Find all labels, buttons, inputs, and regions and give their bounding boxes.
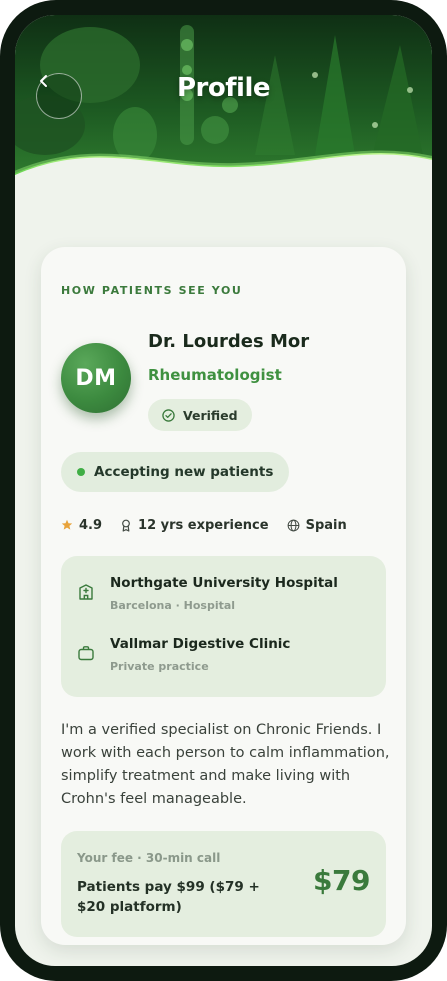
doctor-name: Dr. Lourdes Mor [148,331,310,352]
status-dot-icon [77,468,85,476]
location-detail: Private practice [110,660,209,673]
screen: Profile HOW PATIENTS SEE YOU DM Dr. Lour… [15,15,432,966]
accepting-patients-badge: Accepting new patients [61,452,290,492]
fee-price: $79 [313,864,370,897]
header-banner: Profile [15,15,432,205]
header-foliage-image [15,15,432,205]
globe-icon [287,519,299,531]
rating-stat: 4.9 [61,518,102,533]
profile-preview-card: HOW PATIENTS SEE YOU DM Dr. Lourdes Mor … [41,247,406,945]
hospital-icon [79,584,93,600]
check-circle-icon [162,408,175,422]
bio-text: I'm a verified specialist on Chronic Fri… [61,722,390,807]
country-value: Spain [305,517,347,533]
fee-label: Your fee · 30-min call [77,851,221,865]
fee-description: Patients pay $99 ($79 + $20 platform) [77,879,260,915]
location-name: Northgate University Hospital [110,575,338,591]
country-stat: Spain [287,518,347,533]
verified-badge: Verified [148,399,252,431]
star-icon [61,519,73,530]
location-name: Vallmar Digestive Clinic [110,636,291,652]
page-title: Profile [176,73,271,103]
avatar: DM [61,343,131,413]
briefcase-icon [78,646,94,661]
section-label: HOW PATIENTS SEE YOU [61,284,243,297]
doctor-specialty: Rheumatologist [148,366,282,384]
location-item: Vallmar Digestive Clinic Private practic… [61,636,386,696]
verified-label: Verified [183,407,238,423]
practice-locations: Northgate University Hospital Barcelona … [61,556,386,697]
device-frame: Profile HOW PATIENTS SEE YOU DM Dr. Lour… [0,0,447,981]
stats-row: 4.9 12 yrs experience Spain [61,515,365,535]
accepting-label: Accepting new patients [94,464,274,480]
fee-panel: Your fee · 30-min call Patients pay $99 … [61,831,386,937]
rating-value: 4.9 [79,517,103,533]
award-icon [122,519,130,532]
experience-value: 12 yrs experience [138,517,269,533]
experience-stat: 12 yrs experience [120,518,269,533]
location-detail: Barcelona · Hospital [110,599,236,612]
location-item: Northgate University Hospital Barcelona … [61,575,386,635]
